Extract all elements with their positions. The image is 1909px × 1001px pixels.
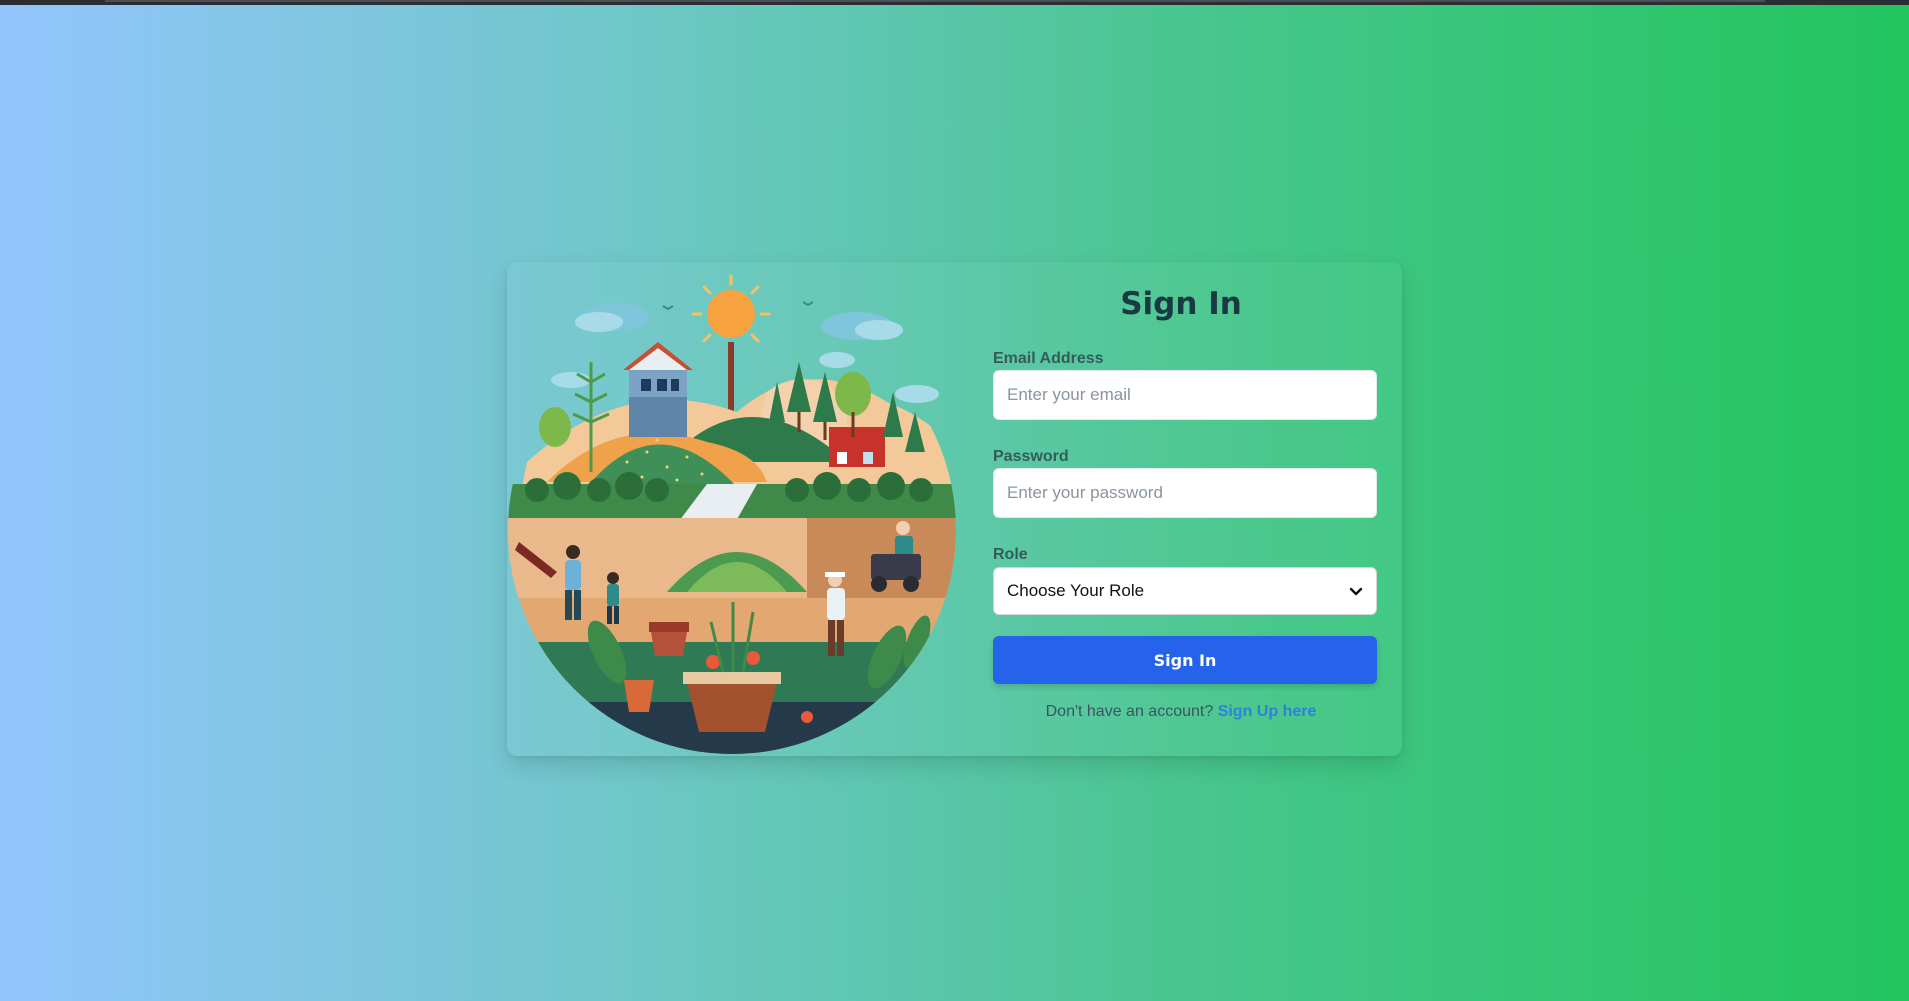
- email-field[interactable]: [993, 370, 1377, 420]
- role-label: Role: [993, 546, 1028, 563]
- farm-landscape-illustration: [507, 262, 967, 756]
- signup-link[interactable]: Sign Up here: [1218, 703, 1317, 720]
- browser-tab-line: [105, 0, 1765, 2]
- chevron-down-icon: [1349, 587, 1363, 596]
- role-selected-value: Choose Your Role: [1007, 581, 1145, 600]
- page-title: Sign In: [1120, 286, 1242, 322]
- signup-prompt: Don't have an account? Sign Up here: [986, 703, 1376, 721]
- email-label: Email Address: [993, 350, 1104, 367]
- signin-form: Sign In Email Address Password Role Choo…: [986, 262, 1377, 756]
- role-select[interactable]: Choose Your Role: [993, 567, 1377, 615]
- password-label: Password: [993, 448, 1069, 465]
- signup-prompt-text: Don't have an account?: [1045, 703, 1214, 720]
- browser-top-edge: [0, 0, 1909, 5]
- password-field[interactable]: [993, 468, 1377, 518]
- signin-card: Sign In Email Address Password Role Choo…: [507, 262, 1402, 756]
- signin-button[interactable]: Sign In: [993, 636, 1377, 684]
